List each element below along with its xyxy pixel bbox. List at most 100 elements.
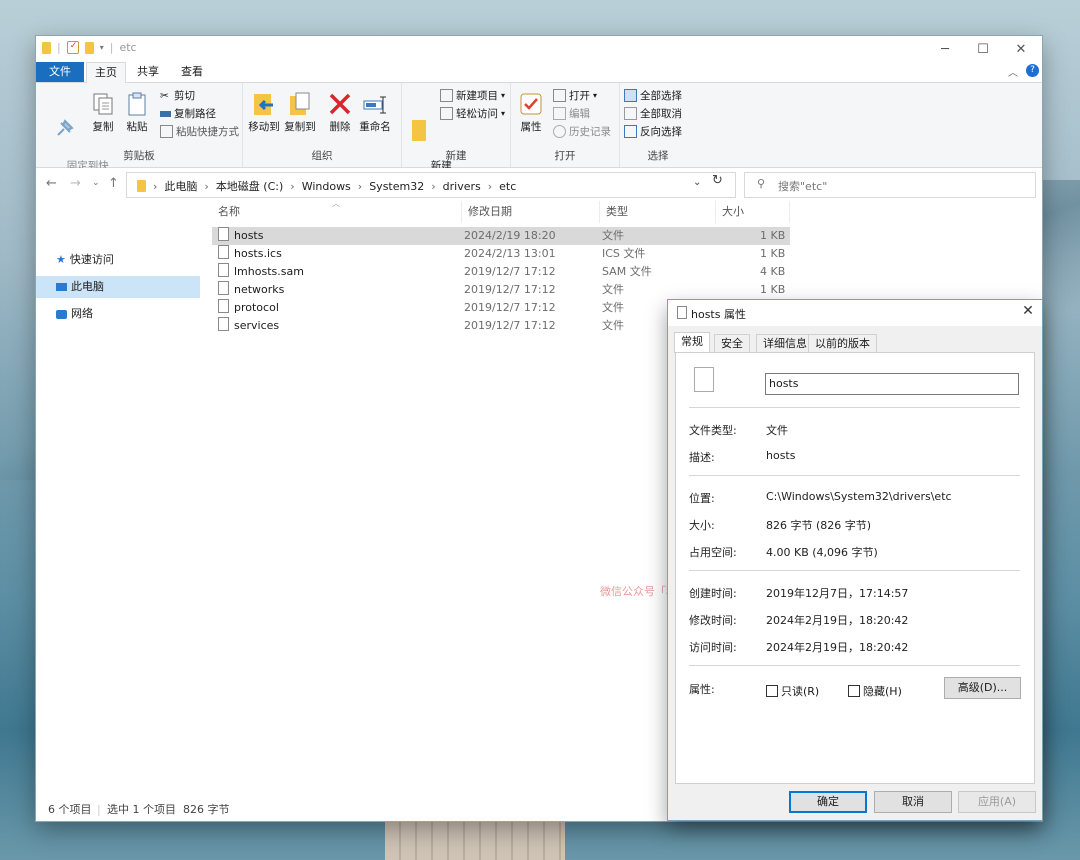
tab-share[interactable]: 共享 [130,62,166,82]
copy-to-button[interactable]: 复制到 [283,91,317,134]
file-icon [218,227,229,241]
column-modified[interactable]: 修改日期 [462,201,600,223]
table-row[interactable]: hosts 2024/2/19 18:20 文件 1 KB [212,227,790,245]
history-button[interactable]: 历史记录 [553,124,611,139]
value-created: 2019年12月7日，17:14:57 [766,587,909,600]
edit-button[interactable]: 编辑 [553,106,590,121]
label-size-on-disk: 占用空间: [689,546,737,559]
new-item-button[interactable]: 新建项目 ▾ [440,88,505,103]
table-row[interactable]: lmhosts.sam 2019/12/7 17:12 SAM 文件 4 KB [212,263,790,281]
file-name-text: protocol [234,301,279,314]
nav-this-pc[interactable]: 此电脑 [36,276,200,298]
search-input[interactable]: ⚲ 搜索"etc" [744,172,1036,198]
properties-check-icon[interactable]: ✓ [66,41,79,54]
readonly-checkbox[interactable]: 只读(R) [766,683,819,699]
column-size[interactable]: 大小 [716,201,790,223]
collapse-ribbon-icon[interactable]: ︿ [1008,64,1018,79]
cancel-button[interactable]: 取消 [874,791,952,813]
column-type[interactable]: 类型 [600,201,716,223]
search-icon: ⚲ [757,177,766,190]
select-all-button[interactable]: 全部选择 [624,88,682,103]
rename-icon [362,91,388,117]
move-to-icon [251,91,277,117]
sort-ascending-icon: ︿ [332,199,340,208]
forward-arrow-icon[interactable]: → [70,176,81,191]
rename-button[interactable]: 重命名 [357,91,393,134]
crumb-this-pc[interactable]: 此电脑 [164,178,197,194]
file-name: protocol [218,299,279,317]
tab-general[interactable]: 常规 [674,332,710,353]
copy-icon [90,91,116,117]
star-icon: ★ [56,253,66,266]
crumb-local-disk[interactable]: 本地磁盘 (C:) [216,178,283,194]
dialog-close-button[interactable]: ✕ [1018,303,1038,323]
file-type-text: 文件 [602,301,624,314]
invert-selection-button[interactable]: 反向选择 [624,124,682,139]
file-type: 文件 [602,281,624,299]
delete-x-icon [327,91,353,117]
delete-button[interactable]: 删除 [327,91,353,134]
file-icon [218,317,229,331]
tab-previous-versions[interactable]: 以前的版本 [808,334,877,352]
crumb-drivers[interactable]: drivers [443,180,481,193]
tab-view[interactable]: 查看 [174,62,210,82]
recent-locations-icon[interactable]: ⌄ [92,178,100,188]
cut-button[interactable]: ✂ 剪切 [160,88,195,103]
move-to-button[interactable]: 移动到 [247,91,281,134]
file-modified-text: 2019/12/7 17:12 [464,283,556,296]
open-group: 属性 打开 ▾ 编辑 历史记录 打开 [511,83,620,167]
ok-button[interactable]: 确定 [789,791,867,813]
nav-quick-access[interactable]: ★ 快速访问 [36,249,200,271]
apply-button[interactable]: 应用(A) [958,791,1036,813]
new-folder-icon[interactable] [84,41,94,54]
paste-button[interactable]: 粘贴 [122,91,152,134]
value-size: 826 字节 (826 字节) [766,519,872,532]
back-arrow-icon[interactable]: ← [46,176,57,191]
tab-security[interactable]: 安全 [714,334,750,352]
quick-access-toolbar: | ✓ ▾ | etc [42,41,137,54]
refresh-icon[interactable]: ↻ [712,173,723,188]
address-dropdown-icon[interactable]: ⌄ [693,177,701,188]
crumb-windows[interactable]: Windows [302,180,351,193]
paste-shortcut-button[interactable]: 粘贴快捷方式 [160,124,239,139]
up-arrow-icon[interactable]: ↑ [108,176,119,191]
value-accessed: 2024年2月19日，18:20:42 [766,641,909,654]
table-row[interactable]: networks 2019/12/7 17:12 文件 1 KB [212,281,790,299]
select-none-button[interactable]: 全部取消 [624,106,682,121]
tab-details[interactable]: 详细信息 [756,334,814,352]
file-size-text: 1 KB [760,229,786,242]
file-size: 1 KB [760,281,785,299]
copy-path-button[interactable]: 复制路径 [160,106,216,121]
crumb-etc[interactable]: etc [499,180,516,193]
copy-path-icon [160,110,171,117]
properties-button[interactable]: 属性 [517,91,545,134]
hidden-checkbox[interactable]: 隐藏(H) [848,683,902,699]
selection-info: 选中 1 个项目 826 字节 [107,803,230,816]
copy-button[interactable]: 复制 [88,91,118,134]
properties-check-icon [518,91,544,117]
help-icon[interactable]: ? [1026,64,1039,77]
organize-group-label: 组织 [311,150,333,162]
table-row[interactable]: hosts.ics 2024/2/13 13:01 ICS 文件 1 KB [212,245,790,263]
file-size: 1 KB [760,245,785,263]
close-button[interactable]: ✕ [998,36,1044,62]
address-bar[interactable]: › 此电脑 › 本地磁盘 (C:) › Windows › System32 › dri… [126,172,736,198]
file-type-text: 文件 [602,283,624,296]
value-size-on-disk: 4.00 KB (4,096 字节) [766,546,878,559]
easy-access-button[interactable]: 轻松访问 ▾ [440,106,505,121]
customize-dropdown-icon[interactable]: ▾ [100,43,104,52]
advanced-button[interactable]: 高级(D)... [944,677,1021,699]
breadcrumb: › 此电脑 › 本地磁盘 (C:) › Windows › System32 › dri… [137,178,516,194]
file-type: 文件 [602,317,624,335]
new-item-icon [440,89,453,102]
paste-icon [124,91,150,117]
open-button[interactable]: 打开 ▾ [553,88,597,103]
scissors-icon: ✂ [160,90,169,102]
computer-icon [56,283,67,291]
ribbon-tabs: 文件 主页 共享 查看 ︿ ? [36,62,1042,83]
tab-file[interactable]: 文件 [36,62,84,82]
crumb-system32[interactable]: System32 [369,180,424,193]
tab-home[interactable]: 主页 [86,62,126,83]
filename-field[interactable]: hosts [765,373,1019,395]
nav-network[interactable]: 网络 [36,303,200,325]
